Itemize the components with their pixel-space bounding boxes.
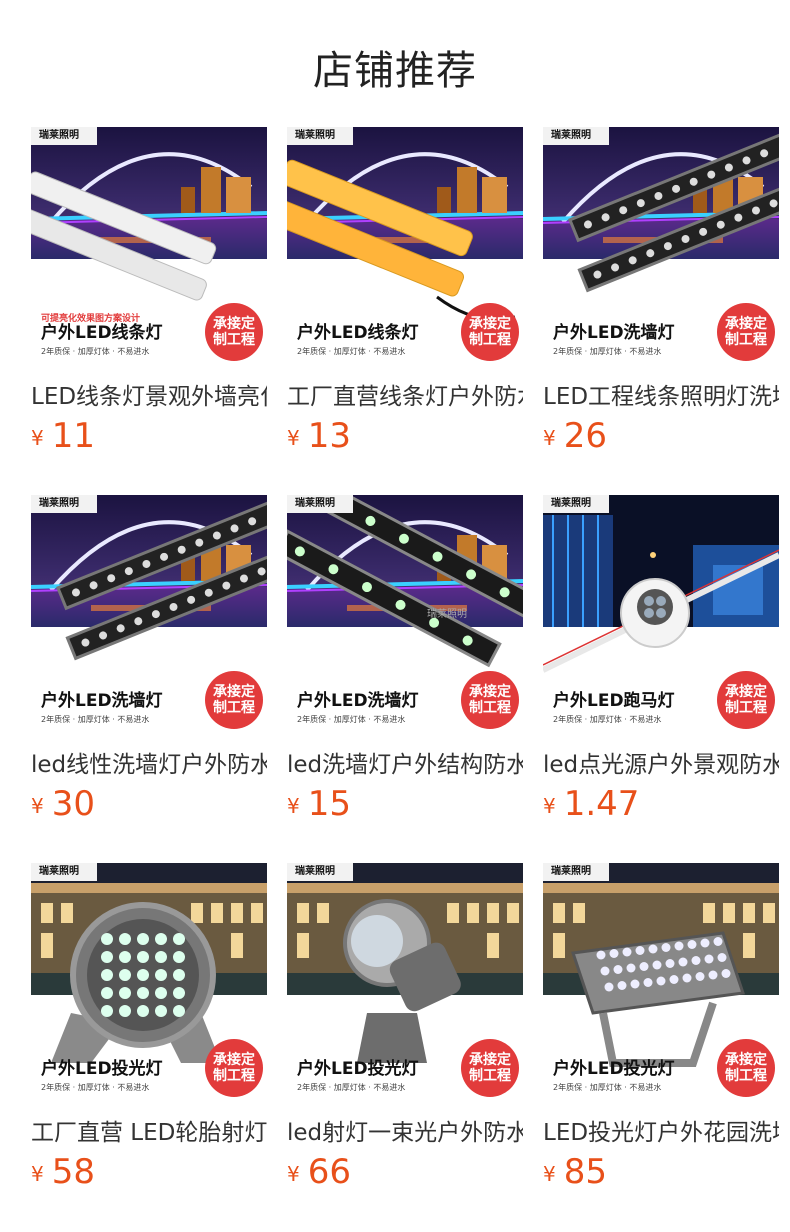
product-name[interactable]: led线性洗墙灯户外防水 [31, 745, 267, 779]
brand-label: 瑞莱照明 [543, 127, 609, 145]
product-name[interactable]: LED线条灯景观外墙亮化 [31, 377, 267, 411]
product-price: ¥66 [287, 1152, 351, 1192]
product-name[interactable]: LED工程线条照明灯洗墙 [543, 377, 779, 411]
currency-symbol: ¥ [543, 1162, 556, 1186]
promo-title: 户外LED洗墙灯 [41, 691, 163, 711]
custom-project-badge: 承接定 制工程 [205, 671, 263, 729]
price-value: 15 [307, 784, 351, 824]
product-image[interactable]: 瑞莱照明 瑞莱照明 户外LED洗墙灯 2年质保 · 加厚灯体 · 不易进水 承接… [287, 495, 523, 731]
promo-subtitle: 2年质保 · 加厚灯体 · 不易进水 [297, 347, 406, 356]
currency-symbol: ¥ [543, 426, 556, 450]
product-card[interactable]: 瑞莱照明 户外LED线条灯 2年质保 · 加厚灯体 · 不易进水 承接定 制工程… [287, 127, 523, 457]
promo-title: 户外LED洗墙灯 [297, 691, 419, 711]
product-name[interactable]: led点光源户外景观防水 [543, 745, 779, 779]
product-name[interactable]: led洗墙灯户外结构防水 [287, 745, 523, 779]
price-value: 11 [51, 416, 95, 456]
product-image[interactable]: 瑞莱照明 户外LED投光灯 2年质保 · 加厚灯体 · 不易进水 承接定 制工程 [31, 863, 267, 1099]
custom-project-badge: 承接定 制工程 [717, 671, 775, 729]
custom-project-badge: 承接定 制工程 [717, 303, 775, 361]
promo-subtitle: 2年质保 · 加厚灯体 · 不易进水 [41, 715, 150, 724]
price-value: 66 [307, 1152, 351, 1192]
price-value: 26 [563, 416, 607, 456]
brand-label: 瑞莱照明 [543, 863, 609, 881]
product-price: ¥11 [31, 416, 95, 456]
product-price: ¥13 [287, 416, 351, 456]
price-value: 1.47 [563, 784, 640, 824]
product-price: ¥30 [31, 784, 95, 824]
brand-label: 瑞莱照明 [31, 127, 97, 145]
promo-title: 户外LED投光灯 [553, 1059, 675, 1079]
product-image[interactable]: 瑞莱照明 户外LED跑马灯 2年质保 · 加厚灯体 · 不易进水 承接定 制工程 [543, 495, 779, 731]
currency-symbol: ¥ [543, 794, 556, 818]
product-price: ¥58 [31, 1152, 95, 1192]
brand-label: 瑞莱照明 [287, 127, 353, 145]
promo-title: 户外LED洗墙灯 [553, 323, 675, 343]
product-card[interactable]: 瑞莱照明 户外LED洗墙灯 2年质保 · 加厚灯体 · 不易进水 承接定 制工程… [543, 127, 779, 457]
currency-symbol: ¥ [31, 426, 44, 450]
price-value: 58 [51, 1152, 95, 1192]
promo-title: 户外LED投光灯 [41, 1059, 163, 1079]
custom-project-badge: 承接定 制工程 [461, 303, 519, 361]
currency-symbol: ¥ [287, 426, 300, 450]
brand-label: 瑞莱照明 [543, 495, 609, 513]
price-value: 85 [563, 1152, 607, 1192]
product-price: ¥85 [543, 1152, 607, 1192]
product-image[interactable]: 瑞莱照明 户外LED投光灯 2年质保 · 加厚灯体 · 不易进水 承接定 制工程 [543, 863, 779, 1099]
custom-project-badge: 承接定 制工程 [461, 1039, 519, 1097]
custom-project-badge: 承接定 制工程 [205, 1039, 263, 1097]
product-image[interactable]: 瑞莱照明 户外LED洗墙灯 2年质保 · 加厚灯体 · 不易进水 承接定 制工程 [31, 495, 267, 731]
price-value: 30 [51, 784, 95, 824]
product-image[interactable]: 瑞莱照明 户外LED投光灯 2年质保 · 加厚灯体 · 不易进水 承接定 制工程 [287, 863, 523, 1099]
custom-project-badge: 承接定 制工程 [717, 1039, 775, 1097]
promo-subtitle: 2年质保 · 加厚灯体 · 不易进水 [297, 715, 406, 724]
product-name[interactable]: 工厂直营线条灯户外防水 [287, 377, 523, 411]
product-card[interactable]: 瑞莱照明 户外LED洗墙灯 2年质保 · 加厚灯体 · 不易进水 承接定 制工程… [31, 495, 267, 825]
product-card[interactable]: 瑞莱照明 户外LED投光灯 2年质保 · 加厚灯体 · 不易进水 承接定 制工程… [31, 863, 267, 1193]
currency-symbol: ¥ [31, 1162, 44, 1186]
product-card[interactable]: 瑞莱照明 瑞莱照明 户外LED洗墙灯 2年质保 · 加厚灯体 · 不易进水 承接… [287, 495, 523, 825]
product-price: ¥15 [287, 784, 351, 824]
promo-subtitle: 2年质保 · 加厚灯体 · 不易进水 [553, 347, 662, 356]
price-value: 13 [307, 416, 351, 456]
custom-project-badge: 承接定 制工程 [461, 671, 519, 729]
svg-text:瑞莱照明: 瑞莱照明 [427, 608, 467, 620]
promo-subtitle: 2年质保 · 加厚灯体 · 不易进水 [41, 347, 150, 356]
product-card[interactable]: 瑞莱照明 户外LED投光灯 2年质保 · 加厚灯体 · 不易进水 承接定 制工程… [287, 863, 523, 1193]
promo-title: 户外LED跑马灯 [553, 691, 675, 711]
product-image[interactable]: 瑞莱照明 户外LED线条灯 2年质保 · 加厚灯体 · 不易进水 承接定 制工程 [287, 127, 523, 363]
brand-label: 瑞莱照明 [287, 863, 353, 881]
product-price: ¥1.47 [543, 784, 639, 824]
promo-subtitle: 2年质保 · 加厚灯体 · 不易进水 [553, 1083, 662, 1092]
promo-title: 户外LED线条灯 [41, 323, 163, 343]
promo-title: 户外LED投光灯 [297, 1059, 419, 1079]
page-title: 店铺推荐 [313, 48, 477, 94]
currency-symbol: ¥ [31, 794, 44, 818]
product-card[interactable]: 瑞莱照明 可提亮化效果图方案设计 户外LED线条灯 2年质保 · 加厚灯体 · … [31, 127, 267, 457]
product-name[interactable]: LED投光灯户外花园洗墙 [543, 1113, 779, 1147]
product-card[interactable]: 瑞莱照明 户外LED跑马灯 2年质保 · 加厚灯体 · 不易进水 承接定 制工程… [543, 495, 779, 825]
promo-subtitle: 2年质保 · 加厚灯体 · 不易进水 [297, 1083, 406, 1092]
brand-label: 瑞莱照明 [31, 863, 97, 881]
promo-title: 户外LED线条灯 [297, 323, 419, 343]
promo-subtitle: 2年质保 · 加厚灯体 · 不易进水 [41, 1083, 150, 1092]
product-card[interactable]: 瑞莱照明 户外LED投光灯 2年质保 · 加厚灯体 · 不易进水 承接定 制工程… [543, 863, 779, 1193]
product-price: ¥26 [543, 416, 607, 456]
currency-symbol: ¥ [287, 1162, 300, 1186]
product-name[interactable]: led射灯一束光户外防水 [287, 1113, 523, 1147]
product-image[interactable]: 瑞莱照明 可提亮化效果图方案设计 户外LED线条灯 2年质保 · 加厚灯体 · … [31, 127, 267, 363]
product-name[interactable]: 工厂直营 LED轮胎射灯 [31, 1113, 267, 1147]
brand-label: 瑞莱照明 [31, 495, 97, 513]
custom-project-badge: 承接定 制工程 [205, 303, 263, 361]
brand-label: 瑞莱照明 [287, 495, 353, 513]
promo-subtitle: 2年质保 · 加厚灯体 · 不易进水 [553, 715, 662, 724]
product-image[interactable]: 瑞莱照明 户外LED洗墙灯 2年质保 · 加厚灯体 · 不易进水 承接定 制工程 [543, 127, 779, 363]
currency-symbol: ¥ [287, 794, 300, 818]
